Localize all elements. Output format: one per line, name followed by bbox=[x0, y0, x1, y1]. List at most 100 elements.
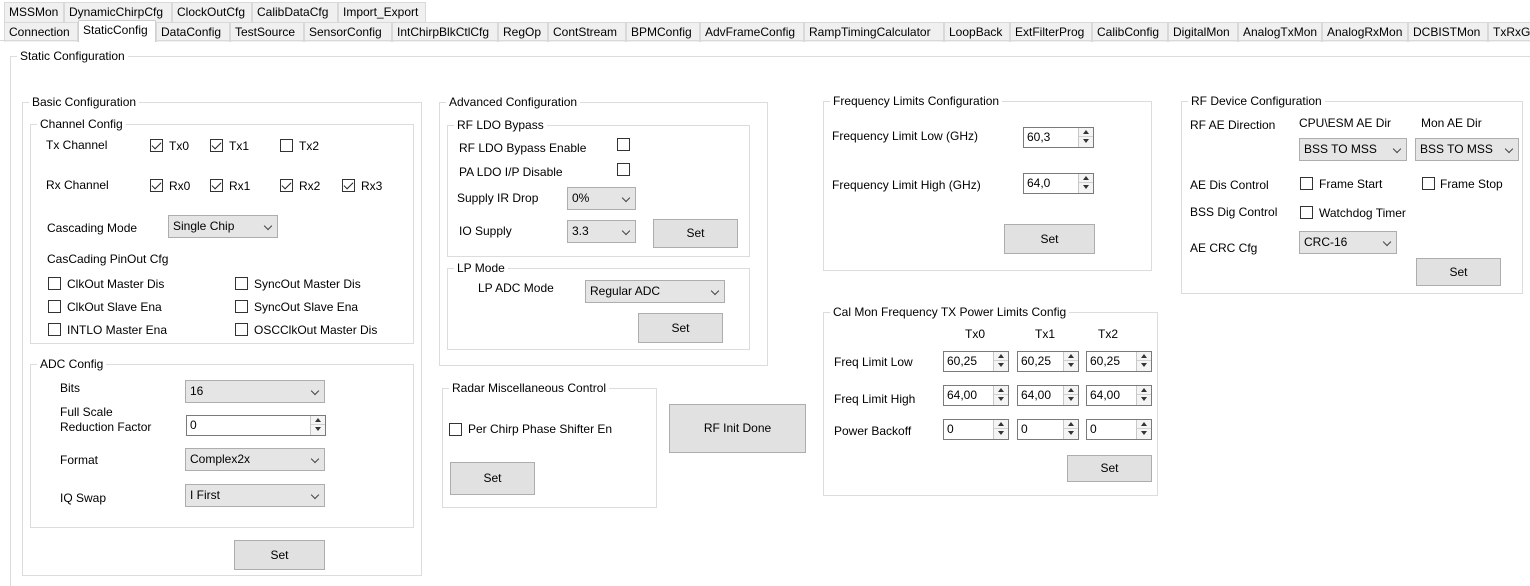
tab-analogrxmon[interactable]: AnalogRxMon bbox=[1322, 22, 1408, 42]
tab-testsource[interactable]: TestSource bbox=[230, 22, 304, 42]
arrow-down-icon[interactable] bbox=[994, 395, 1008, 404]
pa-ldo-disable-checkbox[interactable] bbox=[617, 163, 630, 176]
tab-mssmon[interactable]: MSSMon bbox=[4, 2, 64, 22]
arrow-down-icon[interactable] bbox=[311, 425, 325, 434]
stepper-buttons[interactable] bbox=[1136, 352, 1151, 371]
syncout-slave-ena-checkbox[interactable] bbox=[235, 300, 248, 313]
arrow-up-icon[interactable] bbox=[1064, 420, 1078, 429]
phase-shifter-checkbox[interactable] bbox=[449, 423, 462, 436]
rx1-checkbox[interactable] bbox=[210, 179, 223, 192]
stepper-buttons[interactable] bbox=[993, 386, 1008, 405]
cal-freq-low-tx2[interactable]: 60,25 bbox=[1086, 351, 1152, 372]
freq-limits-set-button[interactable]: Set bbox=[1004, 224, 1095, 254]
tx2-checkbox[interactable] bbox=[280, 139, 293, 152]
ae-crc-cfg-dropdown[interactable]: CRC-16 bbox=[1299, 231, 1397, 254]
lp-set-button[interactable]: Set bbox=[638, 313, 723, 343]
cal-freq-low-tx0[interactable]: 60,25 bbox=[943, 351, 1009, 372]
stepper-buttons[interactable] bbox=[1063, 352, 1078, 371]
arrow-down-icon[interactable] bbox=[994, 429, 1008, 438]
cal-freq-low-tx1[interactable]: 60,25 bbox=[1017, 351, 1079, 372]
arrow-up-icon[interactable] bbox=[994, 420, 1008, 429]
tx1-checkbox[interactable] bbox=[210, 139, 223, 152]
clkout-master-dis-checkbox[interactable] bbox=[48, 277, 61, 290]
arrow-down-icon[interactable] bbox=[1064, 395, 1078, 404]
arrow-up-icon[interactable] bbox=[994, 386, 1008, 395]
io-supply-dropdown[interactable]: 3.3 bbox=[567, 220, 636, 243]
arrow-up-icon[interactable] bbox=[1137, 352, 1151, 361]
ldo-set-button[interactable]: Set bbox=[653, 219, 738, 248]
arrow-up-icon[interactable] bbox=[1137, 386, 1151, 395]
tab-sensorconfig[interactable]: SensorConfig bbox=[304, 22, 392, 42]
basic-set-button[interactable]: Set bbox=[234, 540, 325, 570]
tab-bpmconfig[interactable]: BPMConfig bbox=[626, 22, 700, 42]
arrow-down-icon[interactable] bbox=[1079, 183, 1093, 192]
arrow-up-icon[interactable] bbox=[1137, 420, 1151, 429]
rf-ldo-bypass-enable-checkbox[interactable] bbox=[617, 138, 630, 151]
tx0-checkbox[interactable] bbox=[150, 139, 163, 152]
lp-adc-mode-dropdown[interactable]: Regular ADC bbox=[585, 280, 725, 303]
arrow-down-icon[interactable] bbox=[1079, 137, 1093, 146]
cal-freq-high-tx2[interactable]: 64,00 bbox=[1086, 385, 1152, 406]
stepper-buttons[interactable] bbox=[1063, 420, 1078, 439]
cal-freq-high-tx0[interactable]: 64,00 bbox=[943, 385, 1009, 406]
rf-init-done-button[interactable]: RF Init Done bbox=[669, 404, 806, 453]
arrow-down-icon[interactable] bbox=[994, 361, 1008, 370]
freq-limit-low-stepper[interactable]: 60,3 bbox=[1023, 127, 1094, 148]
cal-power-backoff-tx1[interactable]: 0 bbox=[1017, 419, 1079, 440]
tab-regop[interactable]: RegOp bbox=[498, 22, 548, 42]
arrow-up-icon[interactable] bbox=[994, 352, 1008, 361]
arrow-up-icon[interactable] bbox=[311, 416, 325, 425]
tab-clockoutcfg[interactable]: ClockOutCfg bbox=[172, 2, 252, 22]
cpu-esm-ae-dir-dropdown[interactable]: BSS TO MSS bbox=[1299, 138, 1407, 161]
iq-swap-dropdown[interactable]: I First bbox=[185, 484, 325, 507]
arrow-down-icon[interactable] bbox=[1064, 361, 1078, 370]
format-dropdown[interactable]: Complex2x bbox=[185, 448, 325, 471]
frame-start-checkbox[interactable] bbox=[1300, 177, 1313, 190]
stepper-buttons[interactable] bbox=[310, 416, 325, 435]
cal-freq-high-tx1[interactable]: 64,00 bbox=[1017, 385, 1079, 406]
tab-intchirpblkctlcfg[interactable]: IntChirpBlkCtlCfg bbox=[392, 22, 498, 42]
syncout-master-dis-checkbox[interactable] bbox=[235, 277, 248, 290]
arrow-up-icon[interactable] bbox=[1079, 128, 1093, 137]
tab-ramptimingcalculator[interactable]: RampTimingCalculator bbox=[804, 22, 944, 42]
arrow-down-icon[interactable] bbox=[1137, 429, 1151, 438]
tab-extfilterprog[interactable]: ExtFilterProg bbox=[1010, 22, 1092, 42]
cal-power-backoff-tx2[interactable]: 0 bbox=[1086, 419, 1152, 440]
freq-limit-high-stepper[interactable]: 64,0 bbox=[1023, 173, 1094, 194]
tab-staticconfig[interactable]: StaticConfig bbox=[78, 20, 156, 42]
cal-mon-set-button[interactable]: Set bbox=[1067, 455, 1152, 482]
watchdog-timer-checkbox[interactable] bbox=[1300, 206, 1313, 219]
stepper-buttons[interactable] bbox=[1063, 386, 1078, 405]
tab-import-export[interactable]: Import_Export bbox=[338, 2, 426, 22]
rx2-checkbox[interactable] bbox=[280, 179, 293, 192]
tab-calibconfig[interactable]: CalibConfig bbox=[1092, 22, 1168, 42]
stepper-buttons[interactable] bbox=[1078, 174, 1093, 193]
mon-ae-dir-dropdown[interactable]: BSS TO MSS bbox=[1415, 138, 1519, 161]
oscclkout-master-dis-checkbox[interactable] bbox=[235, 323, 248, 336]
fsrf-stepper[interactable]: 0 bbox=[186, 415, 326, 436]
tab-txrxg[interactable]: TxRxG bbox=[1488, 22, 1530, 42]
rf-device-set-button[interactable]: Set bbox=[1416, 258, 1501, 286]
tab-dataconfig[interactable]: DataConfig bbox=[156, 22, 230, 42]
rx3-checkbox[interactable] bbox=[342, 179, 355, 192]
arrow-down-icon[interactable] bbox=[1064, 429, 1078, 438]
tab-advframeconfig[interactable]: AdvFrameConfig bbox=[700, 22, 804, 42]
stepper-buttons[interactable] bbox=[1136, 420, 1151, 439]
frame-stop-checkbox[interactable] bbox=[1422, 177, 1435, 190]
stepper-buttons[interactable] bbox=[1136, 386, 1151, 405]
arrow-down-icon[interactable] bbox=[1137, 361, 1151, 370]
stepper-buttons[interactable] bbox=[993, 352, 1008, 371]
supply-ir-drop-dropdown[interactable]: 0% bbox=[567, 187, 636, 210]
bits-dropdown[interactable]: 16 bbox=[185, 380, 325, 403]
tab-dynamicchirpcfg[interactable]: DynamicChirpCfg bbox=[64, 2, 172, 22]
stepper-buttons[interactable] bbox=[993, 420, 1008, 439]
rx0-checkbox[interactable] bbox=[150, 179, 163, 192]
tab-digitalmon[interactable]: DigitalMon bbox=[1168, 22, 1238, 42]
cal-power-backoff-tx0[interactable]: 0 bbox=[943, 419, 1009, 440]
arrow-up-icon[interactable] bbox=[1064, 386, 1078, 395]
radar-misc-set-button[interactable]: Set bbox=[450, 462, 535, 495]
arrow-down-icon[interactable] bbox=[1137, 395, 1151, 404]
intlo-master-ena-checkbox[interactable] bbox=[48, 323, 61, 336]
stepper-buttons[interactable] bbox=[1078, 128, 1093, 147]
tab-connection[interactable]: Connection bbox=[4, 22, 78, 42]
